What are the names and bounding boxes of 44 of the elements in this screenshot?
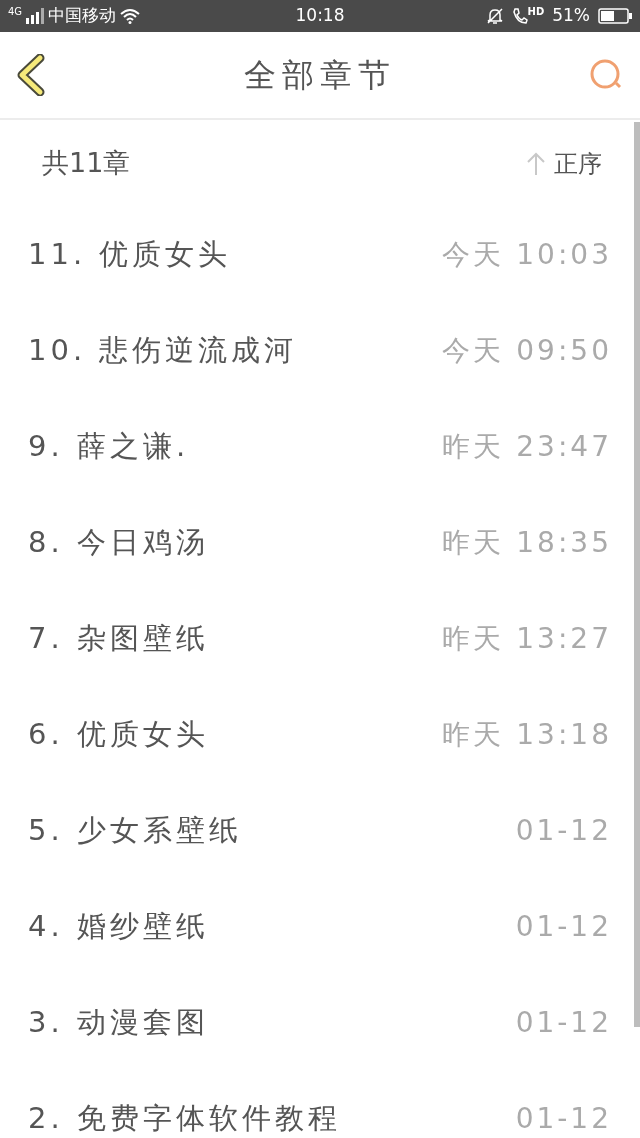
chapter-time: 今天 09:50 [442, 333, 612, 369]
chapter-time: 01-12 [515, 1101, 612, 1137]
chapter-title: 10. 悲伤逆流成河 [28, 332, 298, 370]
chapter-title: 2. 免费字体软件教程 [28, 1100, 341, 1138]
chapter-time: 昨天 18:35 [442, 525, 612, 561]
chapter-time: 01-12 [515, 909, 612, 945]
chapter-time: 昨天 13:27 [442, 621, 612, 657]
wifi-icon [120, 8, 141, 24]
chapter-title: 7. 杂图壁纸 [28, 620, 209, 658]
page-title: 全部章节 [244, 55, 396, 96]
chapter-time: 今天 10:03 [442, 237, 612, 273]
chapter-row[interactable]: 7. 杂图壁纸 昨天 13:27 [0, 591, 634, 687]
chapter-title: 11. 优质女头 [28, 236, 232, 274]
chapter-time: 01-12 [515, 1005, 612, 1041]
battery-icon [598, 8, 632, 24]
chapter-title: 3. 动漫套图 [28, 1004, 209, 1042]
network-type: 4G [8, 7, 23, 18]
sort-button[interactable]: 正序 [526, 145, 602, 182]
hd-label: HD [527, 7, 545, 17]
chapter-time: 昨天 23:47 [442, 429, 612, 465]
battery-percent: 51% [552, 4, 590, 28]
carrier-name: 中国移动 [48, 4, 117, 28]
chapter-row[interactable]: 6. 优质女头 昨天 13:18 [0, 687, 634, 783]
chapter-row[interactable]: 3. 动漫套图 01-12 [0, 975, 634, 1071]
chapter-row[interactable]: 4. 婚纱壁纸 01-12 [0, 879, 634, 975]
chapter-time: 01-12 [515, 813, 612, 849]
chapter-title: 9. 薛之谦. [28, 428, 190, 466]
chapter-title: 5. 少女系壁纸 [28, 812, 242, 850]
chapter-row[interactable]: 9. 薛之谦. 昨天 23:47 [0, 399, 634, 495]
chapter-title: 6. 优质女头 [28, 716, 209, 754]
chapter-title: 8. 今日鸡汤 [28, 524, 209, 562]
phone-icon [511, 7, 528, 25]
chapter-row[interactable]: 8. 今日鸡汤 昨天 18:35 [0, 495, 634, 591]
up-arrow-icon [526, 151, 546, 176]
chapter-row[interactable]: 2. 免费字体软件教程 01-12 [0, 1071, 634, 1138]
bell-off-icon [485, 7, 504, 25]
clock: 10:18 [295, 4, 345, 28]
chapter-title: 4. 婚纱壁纸 [28, 908, 209, 946]
chapter-row[interactable]: 10. 悲伤逆流成河 今天 09:50 [0, 303, 634, 399]
chapter-row[interactable]: 5. 少女系壁纸 01-12 [0, 783, 634, 879]
chapter-time: 昨天 13:18 [442, 717, 612, 753]
chapter-count: 共11章 [42, 146, 131, 181]
signal-icon [26, 8, 45, 24]
chapter-row[interactable]: 11. 优质女头 今天 10:03 [0, 207, 634, 303]
